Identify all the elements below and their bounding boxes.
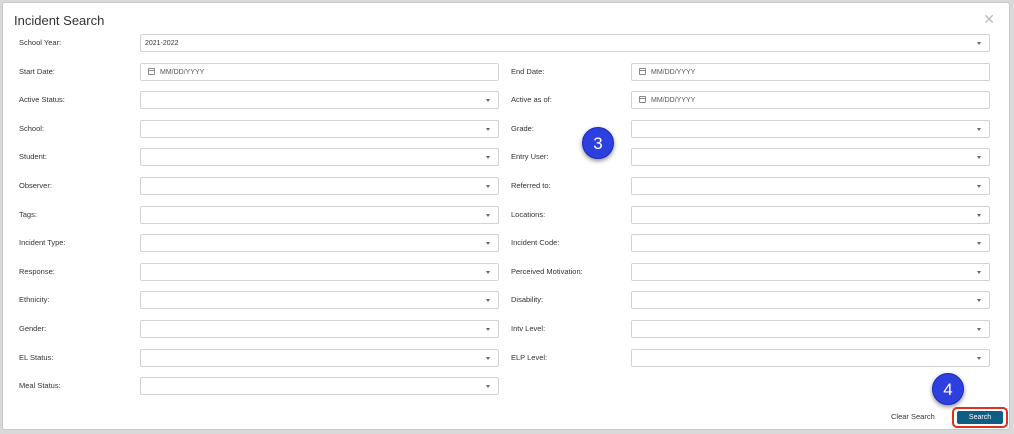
active-as-of-date-input[interactable]: MM/DD/YYYY <box>631 91 990 109</box>
disability-select[interactable] <box>631 291 990 309</box>
chevron-down-icon <box>977 271 981 274</box>
student-select[interactable] <box>140 148 499 166</box>
label-el-status: EL Status: <box>19 353 54 362</box>
incident-code-select[interactable] <box>631 234 990 252</box>
el-status-select[interactable] <box>140 349 499 367</box>
label-locations: Locations: <box>511 210 546 219</box>
chevron-down-icon <box>977 214 981 217</box>
locations-select[interactable] <box>631 206 990 224</box>
chevron-down-icon <box>977 299 981 302</box>
label-elp-level: ELP Level: <box>511 353 548 362</box>
label-active-status: Active Status: <box>19 95 65 104</box>
intv-level-select[interactable] <box>631 320 990 338</box>
observer-select[interactable] <box>140 177 499 195</box>
label-end-date: End Date: <box>511 67 545 76</box>
calendar-icon <box>639 96 646 103</box>
perceived-motivation-select[interactable] <box>631 263 990 281</box>
school-select[interactable] <box>140 120 499 138</box>
chevron-down-icon <box>486 299 490 302</box>
label-school: School: <box>19 124 45 133</box>
incident-search-modal: Incident Search ✕ School Year: 2021-2022 S… <box>2 2 1010 430</box>
label-perceived-motivation: Perceived Motivation: <box>511 267 583 276</box>
referred-to-select[interactable] <box>631 177 990 195</box>
close-icon[interactable]: ✕ <box>983 12 995 26</box>
incident-type-select[interactable] <box>140 234 499 252</box>
label-disability: Disability: <box>511 295 544 304</box>
label-student: Student: <box>19 152 47 161</box>
chevron-down-icon <box>486 128 490 131</box>
label-gender: Gender: <box>19 324 47 333</box>
start-date-date-input[interactable]: MM/DD/YYYY <box>140 63 499 81</box>
label-referred-to: Referred to: <box>511 181 551 190</box>
label-observer: Observer: <box>19 181 52 190</box>
label-school-year: School Year: <box>19 38 62 47</box>
chevron-down-icon <box>486 328 490 331</box>
school-year-value: 2021-2022 <box>145 40 179 47</box>
chevron-down-icon <box>486 185 490 188</box>
label-grade: Grade: <box>511 124 534 133</box>
modal-title: Incident Search <box>14 13 105 28</box>
school-year-select[interactable]: 2021-2022 <box>140 34 990 52</box>
grade-select[interactable] <box>631 120 990 138</box>
chevron-down-icon <box>486 214 490 217</box>
chevron-down-icon <box>486 271 490 274</box>
label-incident-type: Incident Type: <box>19 238 66 247</box>
ethnicity-select[interactable] <box>140 291 499 309</box>
end-date-date-input[interactable]: MM/DD/YYYY <box>631 63 990 81</box>
calendar-icon <box>148 68 155 75</box>
tags-select[interactable] <box>140 206 499 224</box>
label-ethnicity: Ethnicity: <box>19 295 50 304</box>
elp-level-select[interactable] <box>631 349 990 367</box>
chevron-down-icon <box>977 42 981 45</box>
date-placeholder: MM/DD/YYYY <box>651 69 696 76</box>
label-active-as-of: Active as of: <box>511 95 552 104</box>
chevron-down-icon <box>977 156 981 159</box>
active-status-select[interactable] <box>140 91 499 109</box>
gender-select[interactable] <box>140 320 499 338</box>
clear-search-button[interactable]: Clear Search <box>891 409 935 425</box>
label-meal-status: Meal Status: <box>19 381 61 390</box>
chevron-down-icon <box>977 328 981 331</box>
chevron-down-icon <box>486 242 490 245</box>
label-entry-user: Entry User: <box>511 152 549 161</box>
search-button[interactable]: Search <box>957 411 1003 424</box>
date-placeholder: MM/DD/YYYY <box>160 69 205 76</box>
date-placeholder: MM/DD/YYYY <box>651 97 696 104</box>
chevron-down-icon <box>977 357 981 360</box>
label-intv-level: Intv Level: <box>511 324 546 333</box>
chevron-down-icon <box>486 357 490 360</box>
label-tags: Tags: <box>19 210 37 219</box>
chevron-down-icon <box>977 242 981 245</box>
search-button-highlight: Search <box>952 407 1008 428</box>
chevron-down-icon <box>977 128 981 131</box>
label-response: Response: <box>19 267 55 276</box>
calendar-icon <box>639 68 646 75</box>
chevron-down-icon <box>486 99 490 102</box>
step-badge-4: 4 <box>932 373 964 405</box>
chevron-down-icon <box>486 156 490 159</box>
entry-user-select[interactable] <box>631 148 990 166</box>
meal-status-select[interactable] <box>140 377 499 395</box>
step-badge-3: 3 <box>582 127 614 159</box>
label-start-date: Start Date: <box>19 67 55 76</box>
response-select[interactable] <box>140 263 499 281</box>
chevron-down-icon <box>486 385 490 388</box>
label-incident-code: Incident Code: <box>511 238 560 247</box>
chevron-down-icon <box>977 185 981 188</box>
